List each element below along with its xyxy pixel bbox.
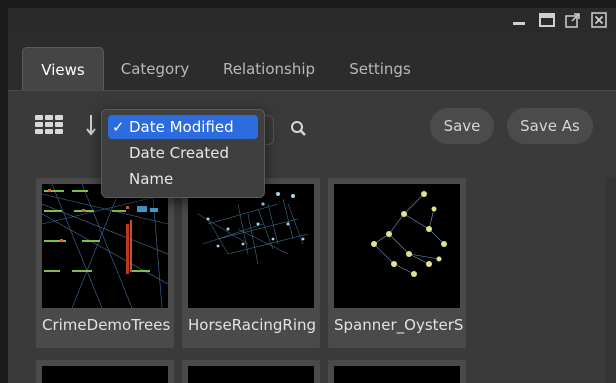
sort-option-label: Date Modified (129, 118, 234, 136)
tab-relationship[interactable]: Relationship (211, 47, 327, 90)
sort-dropdown-menu: ✓ Date Modified Date Created Name (101, 109, 265, 198)
save-as-button-label: Save As (520, 117, 580, 135)
save-button[interactable]: Save (430, 108, 494, 144)
view-card[interactable] (328, 360, 466, 383)
view-thumbnail (188, 184, 314, 308)
maximize-icon[interactable] (539, 12, 555, 28)
view-card[interactable]: CrimeDemoTrees (36, 178, 174, 348)
sort-option-label: Name (129, 170, 174, 188)
views-window: Views Category Relationship Settings Sav… (8, 8, 616, 383)
sort-option-date-modified[interactable]: ✓ Date Modified (108, 115, 258, 139)
tab-label: Settings (349, 59, 411, 78)
view-name: HorseRacingRing (188, 316, 317, 334)
scrollbar[interactable] (606, 178, 616, 383)
view-card[interactable] (182, 360, 320, 383)
view-name: Spanner_OysterS (334, 316, 464, 334)
view-thumbnail (334, 184, 460, 308)
sort-option-date-created[interactable]: Date Created (108, 141, 258, 165)
save-button-label: Save (443, 117, 481, 135)
view-thumbnail (42, 184, 168, 308)
close-icon[interactable] (591, 12, 607, 28)
tab-settings[interactable]: Settings (338, 47, 422, 90)
view-thumbnail (188, 366, 314, 383)
checkmark-icon: ✓ (112, 118, 125, 136)
view-card[interactable]: HorseRacingRing (182, 178, 320, 348)
sort-option-label: Date Created (129, 144, 229, 162)
popout-icon[interactable] (565, 12, 581, 28)
view-name: CrimeDemoTrees (42, 316, 171, 334)
search-icon[interactable] (288, 118, 310, 140)
view-thumbnail (42, 366, 168, 383)
tab-label: Views (41, 60, 85, 79)
tab-views[interactable]: Views (22, 47, 104, 91)
minimize-icon[interactable] (511, 12, 527, 28)
view-thumbnail (334, 366, 460, 383)
view-card[interactable] (36, 360, 174, 383)
grid-view-icon[interactable] (33, 112, 65, 138)
tab-label: Category (120, 59, 190, 78)
tab-label: Relationship (222, 59, 316, 78)
view-card[interactable]: Spanner_OysterS (328, 178, 466, 348)
save-as-button[interactable]: Save As (507, 108, 593, 144)
tab-category[interactable]: Category (112, 47, 198, 90)
sort-option-name[interactable]: Name (108, 167, 258, 191)
window-titlebar (8, 8, 616, 34)
